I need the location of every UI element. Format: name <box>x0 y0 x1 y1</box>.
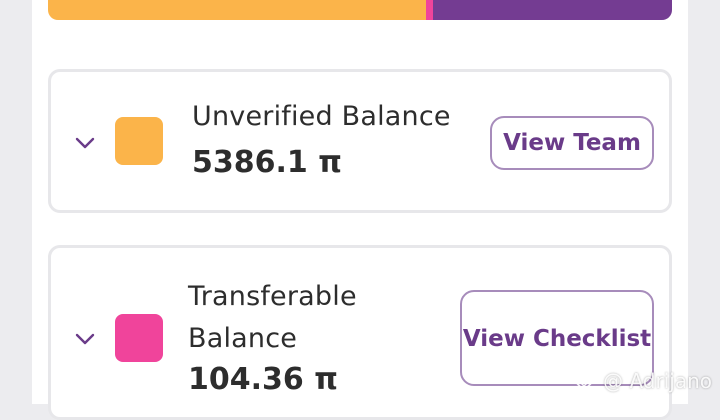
chevron-down-icon[interactable] <box>74 136 96 150</box>
unverified-balance-card: Unverified Balance 5386.1 π View Team <box>48 69 672 213</box>
unverified-balance-label: Unverified Balance <box>192 101 451 132</box>
progress-segment-transferable <box>426 0 433 20</box>
view-team-button[interactable]: View Team <box>490 116 654 170</box>
progress-segment-unverified <box>48 0 426 20</box>
logo-icon <box>571 368 597 394</box>
chevron-down-icon[interactable] <box>74 332 96 346</box>
progress-segment-remaining <box>433 0 672 20</box>
unverified-balance-amount: 5386.1 π <box>192 145 342 180</box>
transferable-balance-label: Transferable Balance <box>188 276 398 360</box>
transferable-balance-amount: 104.36 π <box>188 362 338 397</box>
watermark: @ Adrijano <box>571 368 712 394</box>
transferable-color-swatch <box>115 314 163 362</box>
watermark-text: @ Adrijano <box>603 369 712 393</box>
balance-progress-bar <box>48 0 672 20</box>
unverified-color-swatch <box>115 117 163 165</box>
